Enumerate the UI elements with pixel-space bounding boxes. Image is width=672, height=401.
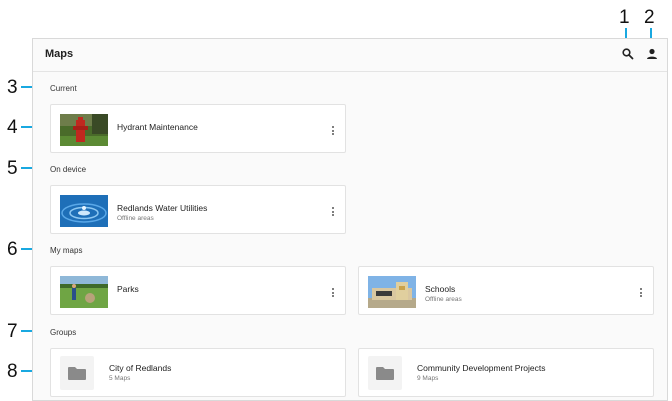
page-title: Maps [45, 48, 74, 60]
callout-1: 1 [619, 7, 630, 28]
more-vertical-icon[interactable] [331, 207, 335, 217]
more-vertical-icon[interactable] [331, 126, 335, 136]
callout-2: 2 [644, 7, 655, 28]
group-title: City of Redlands [109, 363, 172, 373]
parks-map-title: Parks [117, 284, 139, 294]
on-device-map-card[interactable]: Redlands Water Utilities Offline areas [50, 185, 346, 234]
parks-thumbnail [60, 276, 108, 308]
on-device-map-subtitle: Offline areas [117, 215, 154, 222]
my-map-card-schools[interactable]: Schools Offline areas [358, 266, 654, 315]
group-card-city-of-redlands[interactable]: City of Redlands 5 Maps [50, 348, 346, 397]
group-map-count: 9 Maps [417, 375, 439, 382]
current-map-card[interactable]: Hydrant Maintenance [50, 104, 346, 153]
schools-map-subtitle: Offline areas [425, 296, 462, 303]
callout-4: 4 [7, 117, 18, 138]
current-map-title: Hydrant Maintenance [117, 122, 198, 132]
section-on-device-label: On device [50, 165, 87, 174]
schools-map-title: Schools [425, 284, 456, 294]
section-my-maps-label: My maps [50, 246, 83, 255]
on-device-map-title: Redlands Water Utilities [117, 203, 208, 213]
group-map-count: 5 Maps [109, 375, 131, 382]
group-title: Community Development Projects [417, 363, 546, 373]
water-drop-thumbnail [60, 195, 108, 227]
maps-app-window: Maps Current Hydrant Maintenance On devi… [32, 38, 668, 401]
more-vertical-icon[interactable] [331, 288, 335, 298]
folder-icon [368, 356, 402, 390]
group-card-community-development-projects[interactable]: Community Development Projects 9 Maps [358, 348, 654, 397]
my-map-card-parks[interactable]: Parks [50, 266, 346, 315]
hydrant-thumbnail [60, 114, 108, 146]
callout-7: 7 [7, 321, 18, 342]
account-icon[interactable] [644, 46, 660, 62]
section-groups-label: Groups [50, 328, 77, 337]
folder-icon [60, 356, 94, 390]
schools-thumbnail [368, 276, 416, 308]
callout-8: 8 [7, 361, 18, 382]
section-current-label: Current [50, 84, 77, 93]
app-bar: Maps [33, 39, 667, 72]
more-vertical-icon[interactable] [639, 288, 643, 298]
callout-6: 6 [7, 239, 18, 260]
callout-5: 5 [7, 158, 18, 179]
callout-3: 3 [7, 77, 18, 98]
search-icon[interactable] [620, 46, 636, 62]
